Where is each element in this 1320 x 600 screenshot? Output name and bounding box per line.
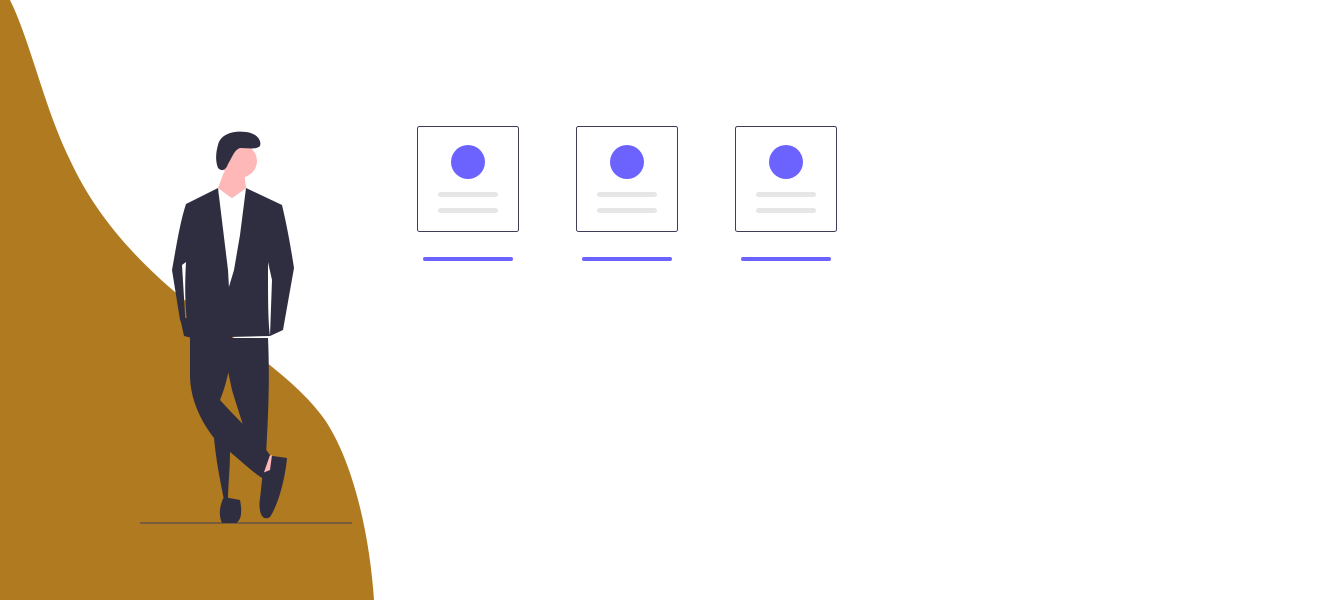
card-underline-bar <box>423 257 513 261</box>
card-underline-bar <box>741 257 831 261</box>
text-placeholder-line <box>438 208 498 213</box>
text-placeholder-line <box>597 192 657 197</box>
profile-card-2 <box>576 126 678 261</box>
illustration-canvas <box>0 0 837 600</box>
profile-card-1 <box>417 126 519 261</box>
text-placeholder-line <box>756 192 816 197</box>
card-underline-bar <box>582 257 672 261</box>
text-placeholder-line <box>756 208 816 213</box>
profile-card-3 <box>735 126 837 261</box>
text-placeholder-line <box>438 192 498 197</box>
user-avatar-icon <box>451 145 485 179</box>
user-avatar-icon <box>769 145 803 179</box>
user-avatar-icon <box>610 145 644 179</box>
text-placeholder-line <box>597 208 657 213</box>
